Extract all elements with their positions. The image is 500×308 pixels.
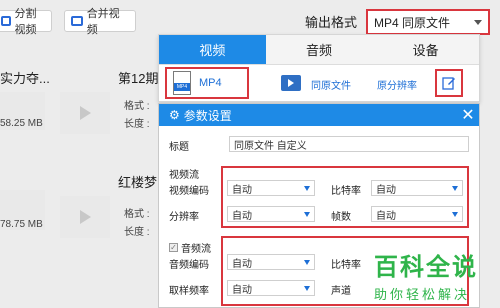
file-size: 78.75 MB xyxy=(0,219,43,230)
edit-settings-button[interactable] xyxy=(435,69,463,97)
framerate-select[interactable]: 自动 xyxy=(371,206,463,222)
length-label: 长度 : xyxy=(124,227,150,238)
play-icon xyxy=(80,106,91,120)
chevron-down-icon xyxy=(304,211,310,217)
split-video-button[interactable]: 分割视频 xyxy=(0,8,52,36)
tab-video[interactable]: 视频 xyxy=(159,35,266,65)
output-format-select[interactable]: MP4 同原文件 xyxy=(366,9,490,35)
merge-video-button[interactable]: 合并视频 xyxy=(64,8,136,36)
video-codec-value: 自动 xyxy=(232,184,252,196)
split-icon xyxy=(1,16,11,26)
framerate-label: 帧数 xyxy=(331,212,351,223)
file-size: 58.25 MB xyxy=(0,118,43,129)
film-icon xyxy=(281,75,301,91)
gear-icon: ⚙ xyxy=(169,108,180,122)
dialog-titlebar: ⚙ 参数设置 ✕ xyxy=(159,104,479,126)
samplerate-label: 取样频率 xyxy=(169,286,209,297)
format-item-label: MP4 xyxy=(199,77,222,89)
watermark-logo: 百科全说 助你轻松解决 xyxy=(374,247,496,303)
dialog-title: 参数设置 xyxy=(183,108,232,123)
same-as-source-option[interactable]: 同原文件 xyxy=(311,77,351,92)
merge-icon xyxy=(71,16,83,26)
close-icon[interactable]: ✕ xyxy=(457,105,479,125)
audio-bitrate-label: 比特率 xyxy=(331,260,361,271)
file-name: 第12期 xyxy=(118,71,159,86)
mp4-file-icon-label: MP4 xyxy=(174,83,190,91)
audio-section-label: 音频流 xyxy=(181,244,211,255)
merge-video-label: 合并视频 xyxy=(86,8,120,36)
watermark-subtitle: 助你轻松解决 xyxy=(374,287,471,302)
chevron-down-icon xyxy=(304,259,310,265)
samplerate-select[interactable]: 自动 xyxy=(227,280,315,296)
edit-icon xyxy=(442,77,455,90)
mp4-file-icon: MP4 xyxy=(173,71,191,95)
video-section-label: 视频流 xyxy=(169,170,199,181)
bitrate-select[interactable]: 自动 xyxy=(371,180,463,196)
video-thumbnail[interactable] xyxy=(60,196,110,238)
title-label: 标题 xyxy=(169,142,189,153)
play-icon xyxy=(80,210,91,224)
file-name: 实力夺... xyxy=(0,71,50,86)
output-format-value: MP4 同原文件 xyxy=(374,15,451,30)
tab-device[interactable]: 设备 xyxy=(372,35,480,65)
samplerate-value: 自动 xyxy=(232,284,252,296)
audio-codec-select[interactable]: 自动 xyxy=(227,254,315,270)
original-resolution-option[interactable]: 原分辨率 xyxy=(377,77,417,92)
chevron-down-icon xyxy=(452,185,458,191)
chevron-down-icon xyxy=(452,211,458,217)
audio-enable-checkbox[interactable]: ✓ xyxy=(169,243,178,252)
output-format-label: 输出格式 xyxy=(305,15,358,30)
length-label: 长度 : xyxy=(124,119,150,130)
format-label: 格式 : xyxy=(124,209,150,220)
format-panel: 视频 音频 设备 MP4 MP4 同原文件 原分辨率 xyxy=(158,34,480,102)
split-video-label: 分割视频 xyxy=(14,8,37,36)
bitrate-value: 自动 xyxy=(376,184,396,196)
file-name: 红楼梦 xyxy=(118,175,158,190)
watermark-title: 百科全说 xyxy=(374,254,478,281)
bitrate-label: 比特率 xyxy=(331,186,361,197)
audio-codec-label: 音频编码 xyxy=(169,260,209,271)
channel-label: 声道 xyxy=(331,286,351,297)
format-label: 格式 : xyxy=(124,101,150,112)
video-thumbnail[interactable] xyxy=(60,92,110,134)
resolution-select[interactable]: 自动 xyxy=(227,206,315,222)
title-input[interactable]: 同原文件 自定义 xyxy=(229,136,469,152)
audio-section: ✓ 音频流 xyxy=(169,240,211,255)
title-input-value: 同原文件 自定义 xyxy=(234,140,307,152)
tab-audio[interactable]: 音频 xyxy=(265,35,373,65)
video-codec-select[interactable]: 自动 xyxy=(227,180,315,196)
audio-codec-value: 自动 xyxy=(232,258,252,270)
chevron-down-icon xyxy=(304,185,310,191)
framerate-value: 自动 xyxy=(376,210,396,222)
resolution-value: 自动 xyxy=(232,210,252,222)
format-item-mp4[interactable]: MP4 MP4 xyxy=(165,67,249,99)
chevron-down-icon xyxy=(474,19,482,25)
resolution-label: 分辨率 xyxy=(169,212,199,223)
video-codec-label: 视频编码 xyxy=(169,186,209,197)
chevron-down-icon xyxy=(304,285,310,291)
